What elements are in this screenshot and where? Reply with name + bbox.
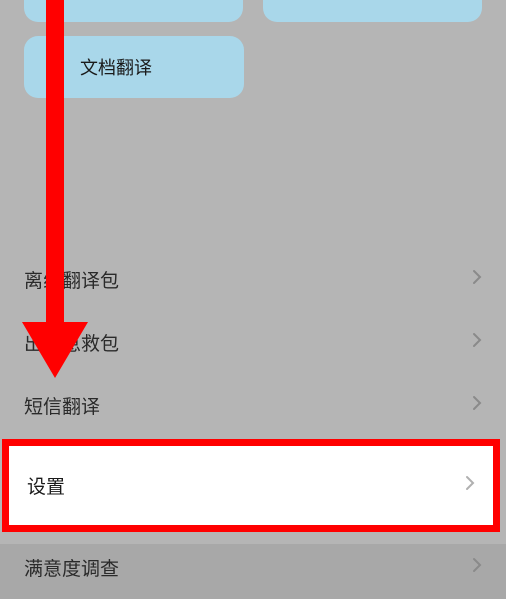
menu-item-offline-pack[interactable]: 离线翻译包 — [0, 248, 506, 311]
menu-item-label: 短信翻译 — [24, 392, 100, 419]
chevron-right-icon — [465, 475, 475, 497]
menu-item-label: 离线翻译包 — [24, 266, 119, 293]
menu-item-settings[interactable]: 设置 — [9, 446, 493, 525]
card-row-partial — [0, 0, 506, 22]
menu-item-survey[interactable]: 满意度调查 — [0, 536, 506, 599]
menu-item-label: 满意度调查 — [24, 554, 119, 581]
doc-translate-label: 文档翻译 — [80, 54, 152, 80]
card-row: 文档翻译 — [0, 36, 506, 98]
menu-item-label: 出国急救包 — [24, 329, 119, 356]
menu-item-travel-kit[interactable]: 出国急救包 — [0, 311, 506, 374]
chevron-right-icon — [472, 395, 482, 417]
chevron-right-icon — [472, 557, 482, 579]
chevron-right-icon — [472, 269, 482, 291]
annotation-highlight-box: 设置 — [2, 439, 500, 532]
chevron-right-icon — [472, 332, 482, 354]
doc-translate-card[interactable]: 文档翻译 — [24, 36, 244, 98]
feature-card-partial-left[interactable] — [24, 0, 243, 22]
settings-list: 离线翻译包 出国急救包 短信翻译 设置 — [0, 248, 506, 599]
menu-item-sms-translate[interactable]: 短信翻译 — [0, 374, 506, 437]
feature-card-partial-right[interactable] — [263, 0, 482, 22]
menu-item-label: 设置 — [27, 472, 65, 499]
document-icon — [42, 54, 68, 80]
